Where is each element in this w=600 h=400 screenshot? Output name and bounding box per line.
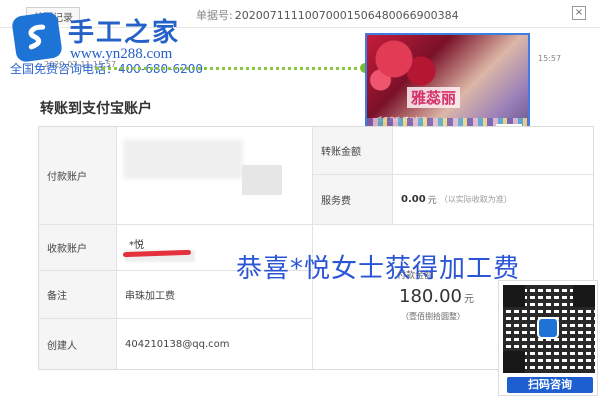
service-fee-label-cell: 服务费	[313, 175, 393, 225]
payment-amount-unit: 元	[463, 294, 474, 305]
service-fee-unit: 元	[427, 196, 437, 206]
payer-label: 付款账户	[47, 172, 87, 183]
page-title: 转账到支付宝账户	[40, 101, 152, 117]
service-fee-label: 服务费	[321, 196, 351, 207]
ad-brand-name: 雅蕊丽	[407, 87, 461, 108]
payee-label-cell: 收款账户	[39, 225, 117, 271]
payment-amount-chinese: （壹佰捌拾圆整）	[401, 312, 465, 321]
service-fee-value: 0.00	[401, 194, 426, 205]
remark-label-cell: 备注	[39, 271, 117, 319]
s-swirl-icon	[28, 24, 46, 50]
roses-decoration	[367, 35, 457, 95]
receipt-number: 单据号: 20200711110070001506480066900384	[196, 7, 459, 23]
creator-value: 404210138@qq.com	[125, 338, 230, 350]
qr-caption: 扫码咨询	[507, 377, 593, 393]
logo-icon	[11, 11, 63, 63]
payment-amount: 180.00 元	[399, 286, 474, 307]
progress-track	[95, 67, 365, 73]
transfer-amount-label-cell: 转账金额	[313, 127, 393, 175]
transfer-amount-label: 转账金额	[321, 147, 361, 158]
service-fee-note: （以实际收取为准）	[439, 195, 512, 204]
receipt-number-value: 20200711110070001506480066900384	[234, 9, 459, 22]
creator-label-cell: 创建人	[39, 319, 117, 369]
qr-code-panel[interactable]: 扫码咨询	[498, 280, 598, 396]
close-button[interactable]: ×	[572, 6, 586, 20]
transfer-amount-value-cell	[393, 127, 593, 175]
payment-amount-value: 180.00	[399, 286, 462, 307]
redacted-block	[242, 165, 282, 195]
timestamp-right: 15:57	[538, 54, 562, 63]
payee-value: *悦	[129, 240, 144, 251]
service-fee-value-cell: 0.00 元 （以实际收取为准）	[393, 175, 593, 225]
creator-value-cell: 404210138@qq.com	[117, 319, 313, 369]
payer-label-cell: 付款账户	[39, 127, 117, 225]
qr-logo-icon	[537, 317, 559, 339]
redacted-block	[123, 139, 243, 179]
payer-value-cell	[117, 127, 313, 225]
logo-title: 手工之家	[68, 18, 181, 48]
congratulation-banner: 恭喜*悦女士获得加工费	[236, 254, 521, 284]
remark-value: 串珠加工费	[125, 291, 175, 302]
payee-label: 收款账户	[47, 244, 87, 255]
remark-label: 备注	[47, 291, 67, 302]
creator-label: 创建人	[47, 340, 77, 352]
